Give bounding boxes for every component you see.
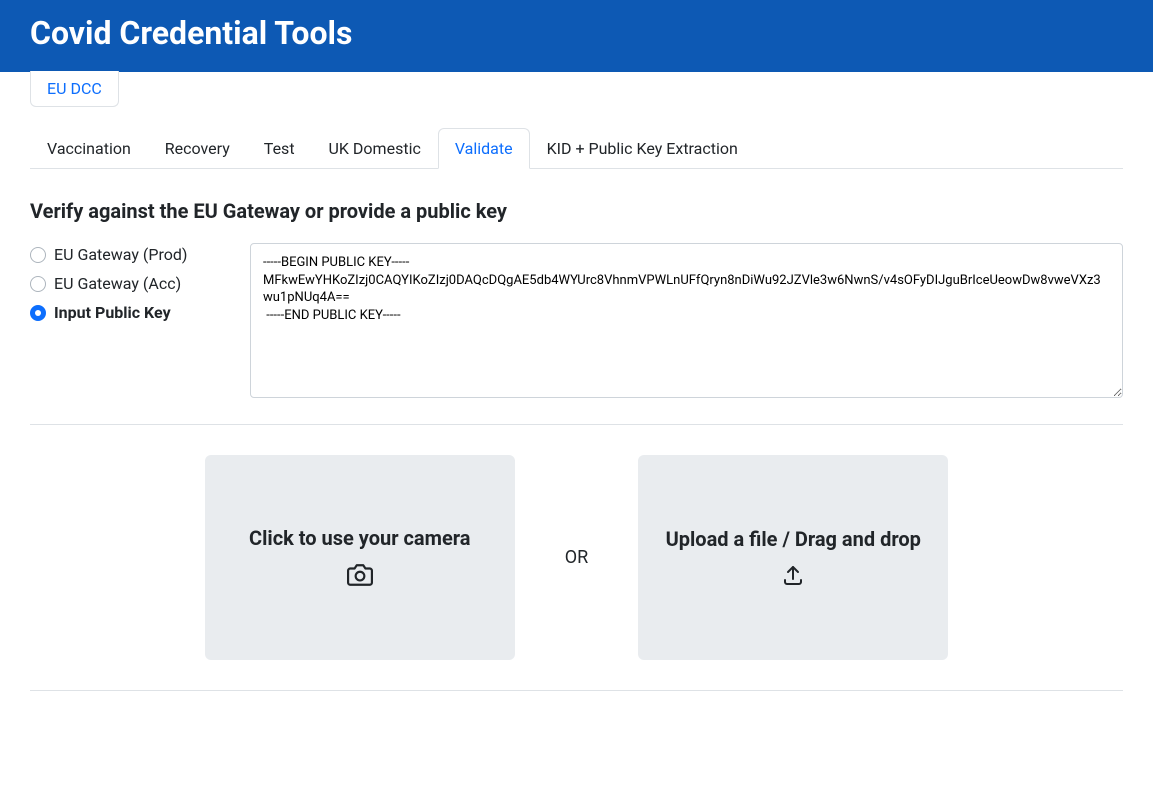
tab-kid-extraction[interactable]: KID + Public Key Extraction	[530, 128, 755, 169]
radio-label: EU Gateway (Prod)	[54, 245, 187, 264]
header-bar: Covid Credential Tools	[0, 0, 1153, 72]
radio-icon	[30, 305, 46, 321]
sub-tabs: Vaccination Recovery Test UK Domestic Va…	[30, 128, 1123, 169]
radio-eu-gateway-acc[interactable]: EU Gateway (Acc)	[30, 274, 220, 293]
radio-input-public-key[interactable]: Input Public Key	[30, 303, 220, 322]
verify-section: EU Gateway (Prod) EU Gateway (Acc) Input…	[30, 243, 1123, 425]
or-separator: OR	[565, 547, 588, 568]
upload-file-label: Upload a file / Drag and drop	[666, 525, 921, 553]
radio-label: Input Public Key	[54, 303, 171, 322]
input-methods-row: Click to use your camera OR Upload a fil…	[30, 425, 1123, 691]
tab-vaccination[interactable]: Vaccination	[30, 128, 148, 169]
upload-icon	[781, 563, 805, 591]
tab-eu-dcc[interactable]: EU DCC	[30, 71, 119, 107]
radio-icon	[30, 247, 46, 263]
use-camera-label: Click to use your camera	[249, 524, 470, 552]
tab-validate[interactable]: Validate	[438, 128, 530, 169]
tab-uk-domestic[interactable]: UK Domestic	[312, 128, 438, 169]
public-key-textarea[interactable]	[250, 243, 1123, 398]
verify-mode-radios: EU Gateway (Prod) EU Gateway (Acc) Input…	[30, 243, 220, 402]
radio-eu-gateway-prod[interactable]: EU Gateway (Prod)	[30, 245, 220, 264]
app-title: Covid Credential Tools	[30, 14, 1123, 52]
radio-label: EU Gateway (Acc)	[54, 274, 181, 293]
top-tabs: EU DCC	[30, 71, 1123, 108]
use-camera-panel[interactable]: Click to use your camera	[205, 455, 515, 660]
validate-heading: Verify against the EU Gateway or provide…	[30, 199, 1123, 223]
tab-test[interactable]: Test	[247, 128, 312, 169]
camera-icon	[347, 562, 373, 592]
radio-icon	[30, 276, 46, 292]
upload-file-panel[interactable]: Upload a file / Drag and drop	[638, 455, 948, 660]
tab-recovery[interactable]: Recovery	[148, 128, 247, 169]
